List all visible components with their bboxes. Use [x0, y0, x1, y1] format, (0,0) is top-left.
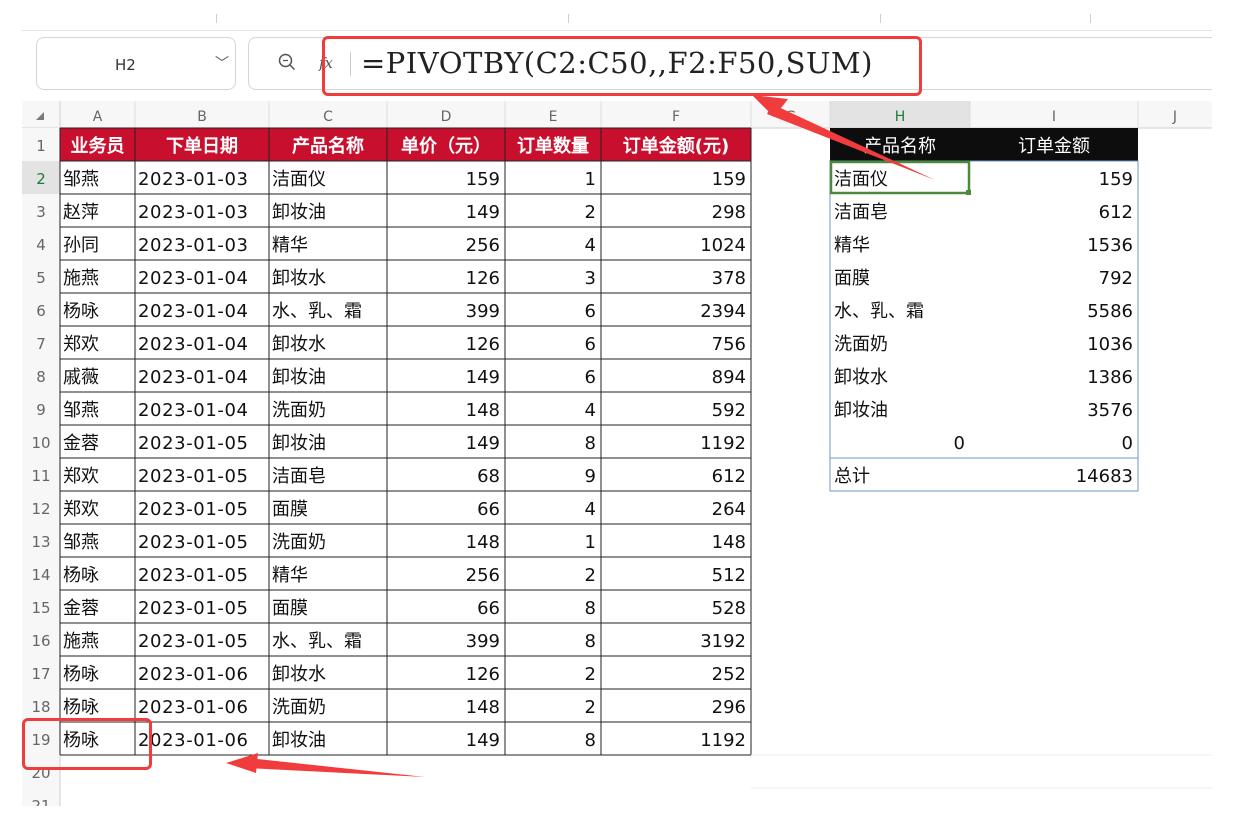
- arrow-to-last-row-shaft: [247, 758, 425, 777]
- arrow-to-formula-shaft: [767, 104, 935, 180]
- annotation-arrows: [226, 95, 935, 777]
- arrow-to-last-row-head: [226, 753, 258, 773]
